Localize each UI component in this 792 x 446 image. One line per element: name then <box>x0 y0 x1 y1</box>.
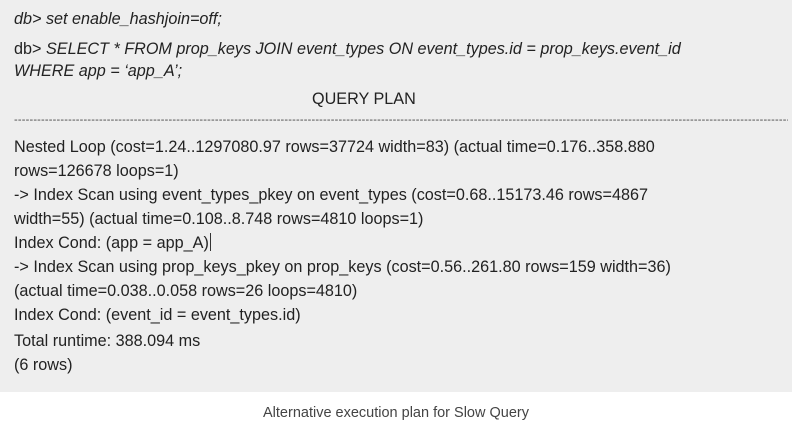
command-line-set: db> set enable_hashjoin=off; <box>14 10 222 28</box>
plan-line-index-cond-app-text: Index Cond: (app = app_A) <box>14 234 209 252</box>
plan-line-index-scan-event-types: -> Index Scan using event_types_pkey on … <box>14 186 648 204</box>
prompt-label: db> <box>14 40 42 58</box>
figure-caption: Alternative execution plan for Slow Quer… <box>263 405 529 421</box>
plan-line-index-scan-prop-keys: -> Index Scan using prop_keys_pkey on pr… <box>14 258 671 276</box>
select-query-text: SELECT * FROM prop_keys JOIN event_types… <box>45 40 681 58</box>
divider-line: ----------------------------------------… <box>14 114 788 126</box>
text-caret <box>209 233 211 251</box>
select-query-continuation: WHERE app = ‘app_A’; <box>14 62 183 80</box>
plan-line-index-cond-app[interactable]: Index Cond: (app = app_A) <box>14 232 211 254</box>
terminal-output: db> set enable_hashjoin=off; db> SELECT … <box>0 0 792 392</box>
plan-line-total-runtime: Total runtime: 388.094 ms <box>14 332 201 350</box>
plan-line-nested-loop: Nested Loop (cost=1.24..1297080.97 rows=… <box>14 138 655 156</box>
command-line-select: db> SELECT * FROM prop_keys JOIN event_t… <box>14 38 681 60</box>
plan-line-nested-loop-rows: rows=126678 loops=1) <box>14 162 179 180</box>
plan-line-index-cond-event-id: Index Cond: (event_id = event_types.id) <box>14 306 301 324</box>
plan-line-index-scan-event-types-details: width=55) (actual time=0.108..8.748 rows… <box>14 210 424 228</box>
plan-line-index-scan-prop-keys-details: (actual time=0.038..0.058 rows=26 loops=… <box>14 282 358 300</box>
plan-line-row-count: (6 rows) <box>14 356 73 374</box>
query-plan-header: QUERY PLAN <box>312 90 416 108</box>
